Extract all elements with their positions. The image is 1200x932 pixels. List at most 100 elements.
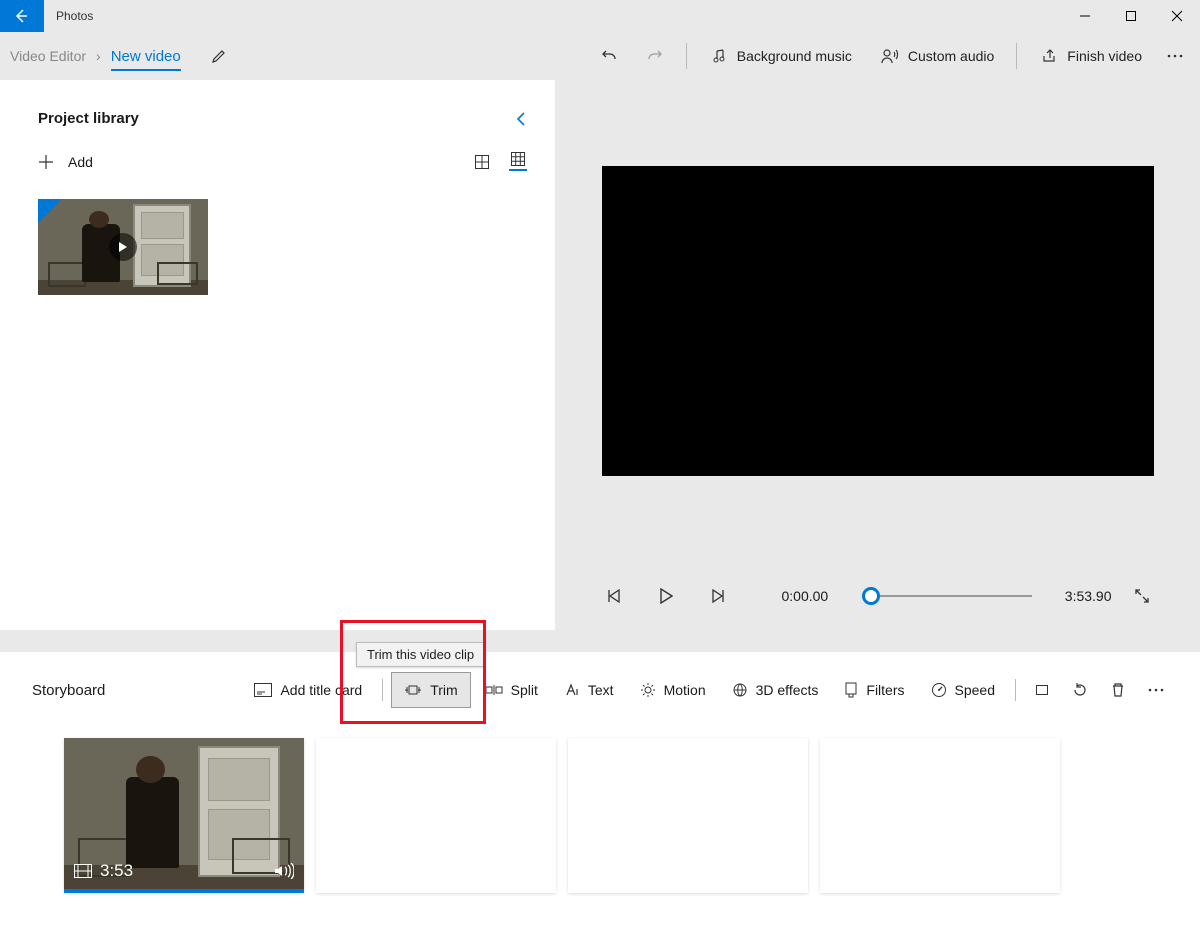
storyboard-more-button[interactable] bbox=[1138, 672, 1174, 708]
effects-3d-icon bbox=[732, 682, 748, 698]
separator bbox=[1016, 43, 1017, 69]
crop-button[interactable] bbox=[1024, 672, 1060, 708]
storyboard-empty-slot[interactable] bbox=[568, 738, 808, 893]
film-icon bbox=[74, 864, 92, 878]
trim-label: Trim bbox=[430, 682, 457, 698]
finish-video-button[interactable]: Finish video bbox=[1027, 36, 1154, 76]
storyboard-panel: Storyboard Add title card Trim Split Tex… bbox=[0, 652, 1200, 932]
redo-button[interactable] bbox=[634, 36, 676, 76]
used-indicator bbox=[38, 199, 62, 223]
clip-volume-button[interactable] bbox=[274, 863, 294, 879]
undo-icon bbox=[600, 47, 618, 65]
grid-large-icon bbox=[475, 155, 489, 169]
prev-frame-button[interactable] bbox=[602, 584, 626, 608]
play-overlay-button[interactable] bbox=[109, 233, 137, 261]
play-button[interactable] bbox=[654, 584, 678, 608]
minimize-button[interactable] bbox=[1062, 0, 1108, 32]
separator bbox=[1015, 679, 1016, 701]
seek-slider[interactable] bbox=[862, 586, 1032, 606]
more-button[interactable] bbox=[1158, 36, 1192, 76]
project-library-panel: Project library Add bbox=[0, 80, 555, 630]
crop-icon bbox=[1034, 682, 1050, 698]
pencil-icon bbox=[211, 48, 227, 64]
step-back-icon bbox=[607, 589, 621, 603]
background-music-button[interactable]: Background music bbox=[697, 36, 864, 76]
delete-button[interactable] bbox=[1100, 672, 1136, 708]
back-button[interactable] bbox=[0, 0, 44, 32]
export-icon bbox=[1039, 46, 1059, 66]
storyboard-empty-slot[interactable] bbox=[316, 738, 556, 893]
add-title-card-button[interactable]: Add title card bbox=[242, 672, 374, 708]
close-button[interactable] bbox=[1154, 0, 1200, 32]
app-title: Photos bbox=[44, 0, 93, 32]
small-tiles-button[interactable] bbox=[509, 153, 527, 171]
rotate-icon bbox=[1072, 682, 1088, 698]
filters-label: Filters bbox=[866, 682, 904, 698]
speed-button[interactable]: Speed bbox=[919, 672, 1007, 708]
large-tiles-button[interactable] bbox=[473, 153, 491, 171]
library-clip-thumbnail[interactable] bbox=[38, 199, 208, 295]
trim-button[interactable]: Trim bbox=[391, 672, 470, 708]
trash-icon bbox=[1111, 682, 1125, 698]
person-audio-icon bbox=[880, 46, 900, 66]
storyboard-title: Storyboard bbox=[32, 682, 105, 699]
separator bbox=[382, 679, 383, 701]
filters-button[interactable]: Filters bbox=[832, 672, 916, 708]
background-music-label: Background music bbox=[737, 48, 852, 64]
chevron-right-icon: › bbox=[96, 48, 101, 64]
split-button[interactable]: Split bbox=[473, 672, 550, 708]
split-label: Split bbox=[511, 682, 538, 698]
custom-audio-button[interactable]: Custom audio bbox=[868, 36, 1006, 76]
text-label: Text bbox=[588, 682, 614, 698]
trim-tooltip: Trim this video clip bbox=[356, 642, 485, 667]
collapse-library-button[interactable] bbox=[515, 111, 527, 127]
more-icon bbox=[1147, 682, 1165, 698]
redo-icon bbox=[646, 47, 664, 65]
speed-label: Speed bbox=[955, 682, 995, 698]
slider-track bbox=[872, 595, 1032, 597]
title-card-icon bbox=[254, 683, 272, 697]
video-preview[interactable] bbox=[602, 166, 1154, 476]
chevron-left-icon bbox=[515, 111, 527, 127]
play-icon bbox=[118, 241, 128, 253]
split-icon bbox=[485, 684, 503, 696]
fullscreen-icon bbox=[1134, 588, 1150, 604]
grid-small-icon bbox=[511, 152, 525, 166]
text-icon bbox=[564, 683, 580, 697]
fullscreen-button[interactable] bbox=[1130, 584, 1154, 608]
finish-video-label: Finish video bbox=[1067, 48, 1142, 64]
next-frame-button[interactable] bbox=[706, 584, 730, 608]
slider-thumb[interactable] bbox=[862, 587, 880, 605]
arrow-left-icon bbox=[14, 8, 30, 24]
motion-icon bbox=[640, 682, 656, 698]
storyboard-clip[interactable]: 3:53 bbox=[64, 738, 304, 893]
motion-button[interactable]: Motion bbox=[628, 672, 718, 708]
preview-panel: 0:00.00 3:53.90 bbox=[555, 80, 1200, 630]
rotate-button[interactable] bbox=[1062, 672, 1098, 708]
breadcrumb: Video Editor › New video bbox=[8, 42, 229, 71]
current-time: 0:00.00 bbox=[782, 588, 844, 604]
plus-icon bbox=[38, 154, 54, 170]
project-library-title: Project library bbox=[38, 110, 139, 127]
rename-button[interactable] bbox=[209, 46, 229, 66]
maximize-button[interactable] bbox=[1108, 0, 1154, 32]
music-icon bbox=[709, 46, 729, 66]
undo-button[interactable] bbox=[588, 36, 630, 76]
titlebar: Photos bbox=[0, 0, 1200, 32]
speed-icon bbox=[931, 682, 947, 698]
3d-effects-label: 3D effects bbox=[756, 682, 819, 698]
add-media-button[interactable]: Add bbox=[38, 154, 93, 170]
text-button[interactable]: Text bbox=[552, 672, 626, 708]
3d-effects-button[interactable]: 3D effects bbox=[720, 672, 831, 708]
custom-audio-label: Custom audio bbox=[908, 48, 994, 64]
add-label: Add bbox=[68, 154, 93, 170]
storyboard-empty-slot[interactable] bbox=[820, 738, 1060, 893]
total-time: 3:53.90 bbox=[1050, 588, 1112, 604]
add-title-card-label: Add title card bbox=[280, 682, 362, 698]
breadcrumb-root[interactable]: Video Editor bbox=[10, 48, 86, 64]
toolbar: Video Editor › New video Background musi… bbox=[0, 32, 1200, 80]
play-icon bbox=[659, 588, 673, 604]
separator bbox=[686, 43, 687, 69]
trim-icon bbox=[404, 684, 422, 696]
breadcrumb-current[interactable]: New video bbox=[111, 42, 181, 71]
